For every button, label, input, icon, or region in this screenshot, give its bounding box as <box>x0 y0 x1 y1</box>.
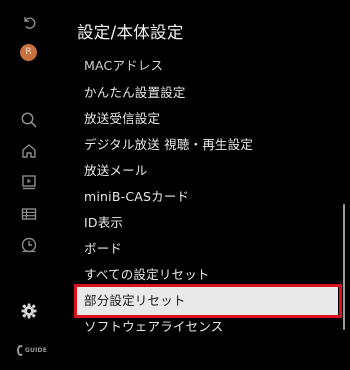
page-title: 設定/本体設定 <box>77 23 184 42</box>
menu-item-digital-playback[interactable]: デジタル放送 視聴・再生設定 <box>72 132 340 158</box>
program-guide-icon[interactable] <box>19 204 39 224</box>
menu-item-broadcast-mail[interactable]: 放送メール <box>72 158 340 184</box>
settings-menu: MACアドレス かんたん設置設定 放送受信設定 デジタル放送 視聴・再生設定 放… <box>72 60 340 370</box>
menu-item-broadcast-reception[interactable]: 放送受信設定 <box>72 106 340 132</box>
home-icon[interactable] <box>19 141 39 161</box>
settings-screen: R GUIDE 設定/本体設定 MACアドレス かんたん設置設定 放送受信設定 … <box>0 0 350 370</box>
menu-item-board[interactable]: ボード <box>72 236 340 262</box>
gear-icon[interactable] <box>19 301 39 321</box>
highlight-frame <box>74 284 342 318</box>
back-icon[interactable] <box>19 12 39 32</box>
menu-item-easy-setup[interactable]: かんたん設置設定 <box>72 80 340 106</box>
menu-item-minib-cas[interactable]: miniB-CASカード <box>72 184 340 210</box>
scrollbar-thumb[interactable] <box>343 204 345 330</box>
sidebar: R GUIDE <box>0 0 58 370</box>
recordings-icon[interactable] <box>19 172 39 192</box>
search-icon[interactable] <box>19 110 39 130</box>
avatar[interactable]: R <box>20 44 37 61</box>
logo-text: GUIDE <box>24 346 47 354</box>
menu-item-mac-address[interactable]: MACアドレス <box>72 60 340 79</box>
timer-icon[interactable] <box>19 235 39 255</box>
g-guide-logo-icon <box>17 344 24 356</box>
menu-item-id-display[interactable]: ID表示 <box>72 210 340 236</box>
logo: GUIDE <box>17 343 47 357</box>
